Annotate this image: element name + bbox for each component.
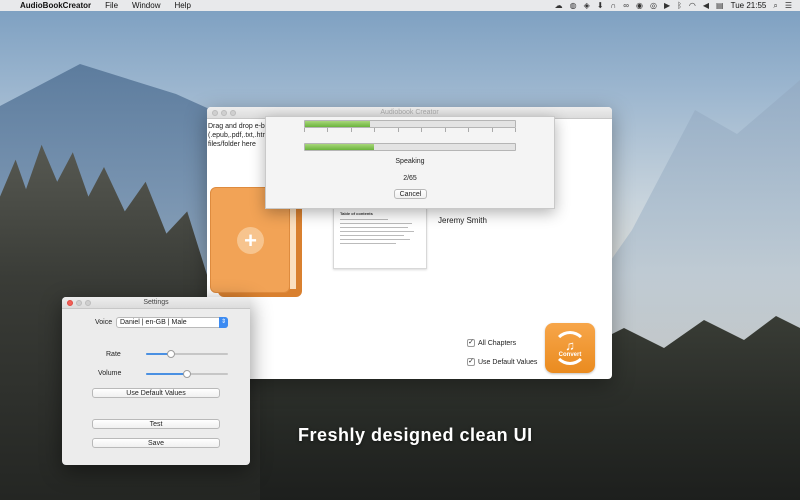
refresh-icon: ♫ Convert [553,331,587,365]
document-preview[interactable]: Table of contents [333,207,427,269]
status-area: ☁ ◍ ◈ ⬇ ∩ ∞ ◉ ◎ ▶ ᛒ ◠ ◀ ▤ Tue 21:55 ⌕ ☰ [555,1,792,11]
all-chapters-label: All Chapters [478,339,517,347]
settings-window: Settings Voice Daniel | en-GB | Male ⇕ R… [62,297,250,465]
convert-button[interactable]: ♫ Convert [545,323,595,373]
text-line [340,239,411,240]
overall-progress-fill [305,121,371,127]
music-note-icon: ♫ [565,337,575,353]
use-default-values-label: Use Default Values [478,358,538,366]
convert-label: Convert [558,351,582,358]
voice-value: Daniel | en-GB | Male [120,319,187,326]
all-chapters-option[interactable]: ✓ All Chapters [467,339,516,347]
menu-window[interactable]: Window [132,1,160,10]
voice-label: Voice [95,319,113,326]
window-controls [67,300,91,306]
use-default-values-checkbox[interactable]: ✓ [467,358,475,366]
chapter-progress-bar [304,143,516,151]
test-button[interactable]: Test [92,419,220,429]
menu-clock[interactable]: Tue 21:55 [731,1,767,10]
headset-icon[interactable]: ∩ [611,1,617,10]
volume-icon[interactable]: ◀ [703,1,709,10]
close-icon[interactable] [212,110,218,116]
settings-titlebar[interactable]: Settings [62,297,250,309]
minimize-icon[interactable] [76,300,82,306]
text-line [340,235,404,236]
flag-icon[interactable]: ▤ [716,1,724,10]
play-icon[interactable]: ▶ [664,1,670,10]
menu-help[interactable]: Help [174,1,190,10]
wifi-icon[interactable]: ◠ [689,1,696,10]
eye-icon[interactable]: ◎ [650,1,657,10]
search-icon[interactable]: ⌕ [773,1,777,11]
notification-center-icon[interactable]: ☰ [785,1,792,10]
cancel-button[interactable]: Cancel [394,189,427,199]
use-default-values-button[interactable]: Use Default Values [92,388,220,398]
zoom-icon[interactable] [85,300,91,306]
dropbox-icon[interactable]: ◈ [584,1,590,10]
volume-label: Volume [98,370,122,377]
menu-bar: AudioBookCreator File Window Help ☁ ◍ ◈ … [0,0,800,11]
main-window-title: Audiobook Creator [380,109,439,116]
rate-slider[interactable] [146,350,228,358]
gauge-icon[interactable]: ◍ [570,1,577,10]
document-title: Table of contents [340,211,373,216]
overall-progress-bar [304,120,516,128]
slider-knob[interactable] [166,350,175,358]
progress-counter: 2/65 [403,175,417,182]
plus-icon[interactable]: + [237,227,264,254]
progress-sheet: Speaking 2/65 Cancel [265,116,555,209]
slider-fill [146,373,187,375]
text-line [340,243,396,244]
bluetooth-icon[interactable]: ᛒ [677,1,682,10]
menu-file[interactable]: File [105,1,118,10]
chevron-updown-icon: ⇕ [219,317,228,328]
text-line [340,231,414,232]
use-default-values-option[interactable]: ✓ Use Default Values [467,358,537,366]
text-line [340,219,388,220]
glasses-icon[interactable]: ∞ [623,1,629,10]
voice-select[interactable]: Daniel | en-GB | Male ⇕ [116,317,228,328]
zoom-icon[interactable] [230,110,236,116]
progress-ticks [304,128,516,132]
record-icon[interactable]: ◉ [636,1,643,10]
all-chapters-checkbox[interactable]: ✓ [467,339,475,347]
cloud-icon[interactable]: ☁ [555,1,563,10]
book-author: Jeremy Smith [438,216,487,225]
text-line [340,223,412,224]
tagline: Freshly designed clean UI [298,425,533,445]
progress-status: Speaking [395,158,425,165]
text-line [340,227,408,228]
minimize-icon[interactable] [221,110,227,116]
chapter-progress-fill [305,144,375,150]
rate-label: Rate [106,351,121,358]
settings-title: Settings [143,299,169,306]
menu-app-name[interactable]: AudioBookCreator [20,1,91,10]
close-icon[interactable] [67,300,73,306]
window-controls [212,110,236,116]
save-button[interactable]: Save [92,438,220,448]
download-icon[interactable]: ⬇ [597,1,604,10]
volume-slider[interactable] [146,370,228,378]
slider-knob[interactable] [183,370,191,378]
